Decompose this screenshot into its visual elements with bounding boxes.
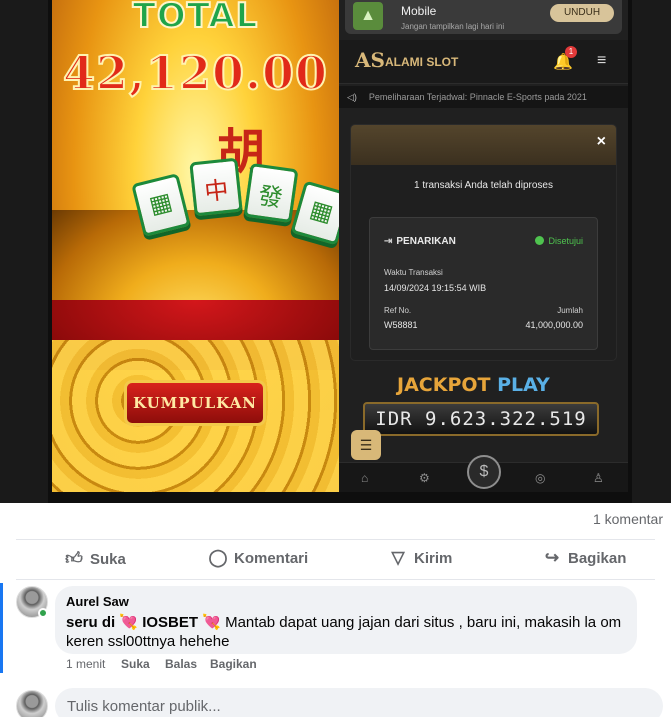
send-icon: ▽ (391, 548, 405, 567)
page: TOTAL 42,120.00 胡 ▦ 中 發 ▦ KUMPULKAN ▲ Mo… (0, 0, 671, 717)
avatar (16, 690, 48, 717)
total-label: TOTAL (132, 0, 259, 37)
amount-value: 41,000,000.00 (525, 320, 583, 330)
modal-message: 1 transaksi Anda telah diproses (414, 180, 553, 191)
settings-icon: ⚙ (419, 471, 430, 485)
ref-label: Ref No. (384, 306, 412, 315)
time-value: 14/09/2024 19:15:54 WIB (384, 283, 487, 293)
collect-button: KUMPULKAN (124, 380, 266, 426)
comment-icon: ◯ (208, 548, 228, 567)
jackpot-title: JACKPOT PLAY (397, 374, 550, 396)
comment-input[interactable]: Tulis komentar publik... (55, 688, 663, 717)
post-actions: 👍︎ Suka ◯ Komentari ▽ Kirim ↪ Bagikan (0, 540, 671, 578)
mahjong-tiles: ▦ 中 發 ▦ (131, 157, 339, 246)
phone-screenshot: ▲ Mobile Jangan tampilkan lagi hari ini … (339, 0, 628, 492)
close-icon: × (596, 133, 606, 150)
bottom-nav: ⌂ ⚙ $ ◎ ♙ (339, 455, 628, 492)
comment-bubble: Aurel Saw seru di 💘 IOSBET 💘 Mantab dapa… (55, 586, 637, 654)
comment-button[interactable]: ◯ Komentari (208, 548, 308, 570)
modal-header: × (351, 125, 616, 165)
comment-time[interactable]: 1 menit (66, 657, 105, 671)
home-icon: ⌂ (361, 471, 369, 485)
approved-status: Disetujui (535, 236, 583, 246)
card-title: ⇥ PENARIKAN (384, 236, 456, 247)
post-footer: 1 komentar 👍︎ Suka ◯ Komentari ▽ Kirim ↪ Bag… (0, 503, 671, 717)
ref-value: W58881 (384, 320, 418, 330)
amount-label: Jumlah (557, 306, 583, 315)
share-button[interactable]: ↪ Bagikan (542, 548, 626, 570)
banner-title: Mobile (401, 4, 437, 18)
comment-highlight-bar (0, 583, 3, 673)
share-icon: ↪ (544, 548, 560, 567)
user-icon: ♙ (593, 471, 604, 485)
thumbs-up-icon: 👍︎ (65, 549, 83, 568)
mahjong-tile: 中 (189, 157, 243, 217)
withdrawal-card: ⇥ PENARIKAN Disetujui Waktu Transaksi 14/… (369, 217, 598, 350)
comment-placeholder: Tulis komentar publik... (67, 698, 221, 715)
comment-count[interactable]: 1 komentar (593, 511, 663, 527)
comment-author[interactable]: Aurel Saw (66, 594, 129, 609)
ticker-text: Pemeliharaan Terjadwal: Pinnacle E-Sport… (368, 92, 587, 102)
site-logo: AS (355, 48, 385, 72)
heart-icon: 💘 (119, 614, 139, 631)
dollar-icon: $ (467, 455, 501, 489)
like-button[interactable]: 👍︎ Suka (64, 548, 126, 570)
app-download-banner: ▲ Mobile Jangan tampilkan lagi hari ini … (345, 0, 622, 34)
comment-text: seru di 💘 IOSBET 💘 Mantab dapat uang jaj… (66, 614, 622, 650)
mahjong-tile: 發 (243, 162, 299, 224)
mahjong-tile: ▦ (290, 180, 339, 246)
chat-icon: ☰ (351, 430, 381, 460)
win-amount: 42,120.00 (62, 45, 329, 101)
time-label: Waktu Transaksi (384, 268, 443, 277)
divider (16, 579, 655, 580)
announcement-ticker: ◁) Pemeliharaan Terjadwal: Pinnacle E-Spo… (339, 86, 628, 108)
comment-share-link[interactable]: Bagikan (210, 657, 257, 671)
site-name: ALAMI SLOT (385, 55, 459, 69)
download-button: UNDUH (550, 4, 614, 22)
support-icon: ◎ (535, 471, 546, 485)
comment-reply-link[interactable]: Balas (165, 657, 197, 671)
speaker-icon: ◁) (347, 92, 357, 102)
online-indicator (38, 608, 48, 618)
withdraw-icon: ⇥ (384, 236, 393, 247)
banner-subtitle: Jangan tampilkan lagi hari ini (401, 22, 505, 31)
mahjong-tile: ▦ (131, 172, 191, 238)
game-screenshot: TOTAL 42,120.00 胡 ▦ 中 發 ▦ KUMPULKAN (52, 0, 339, 492)
menu-icon: ≡ (597, 52, 607, 69)
heart-icon: 💘 (202, 614, 221, 631)
jackpot-value: IDR 9.623.322.519 (363, 402, 599, 436)
android-icon: ▲ (353, 2, 383, 30)
post-image[interactable]: TOTAL 42,120.00 胡 ▦ 中 發 ▦ KUMPULKAN ▲ Mo… (0, 0, 671, 503)
transaction-modal: × 1 transaksi Anda telah diproses ⇥ PENAR… (351, 125, 616, 360)
notification-badge: 1 (565, 46, 577, 58)
site-header: AS ALAMI SLOT 🔔 1 ≡ (339, 40, 628, 84)
check-icon (535, 236, 545, 245)
send-button[interactable]: ▽ Kirim (388, 548, 452, 570)
comment-like-link[interactable]: Suka (121, 657, 150, 671)
